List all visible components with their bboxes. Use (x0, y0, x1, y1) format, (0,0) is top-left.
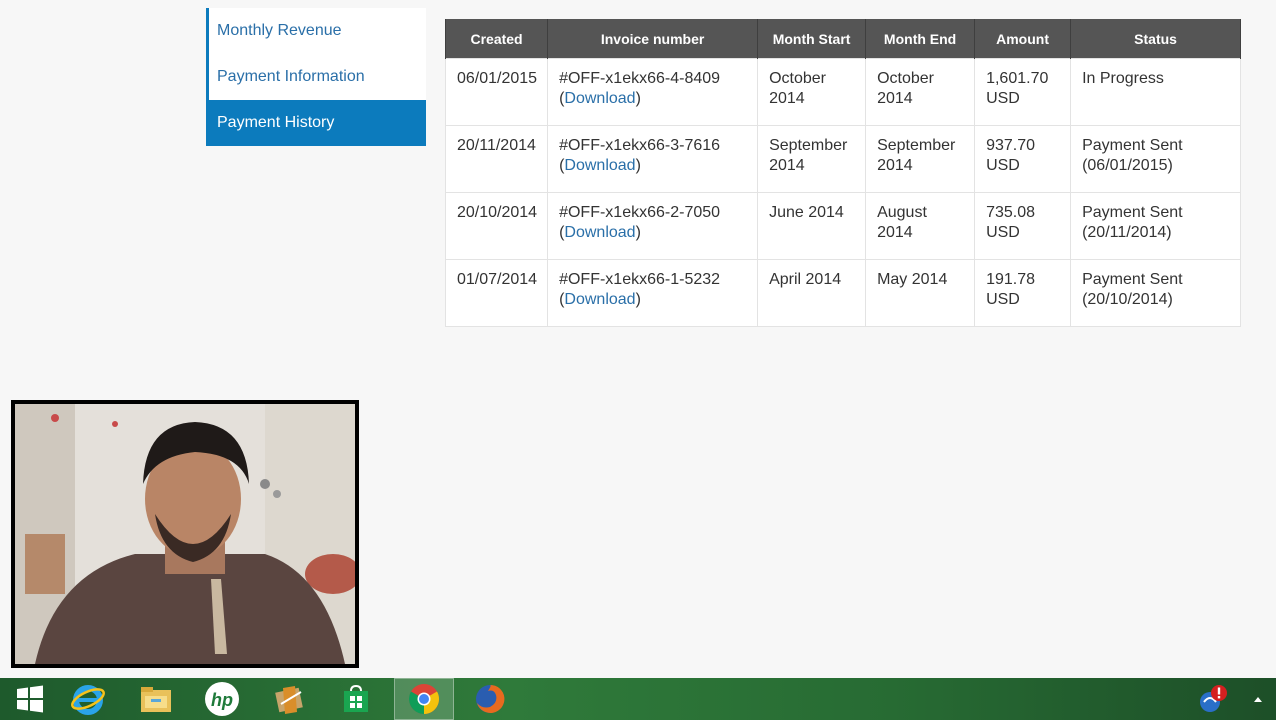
cell-month-start: June 2014 (757, 192, 867, 260)
cell-month-end: September 2014 (865, 125, 976, 193)
cell-created: 06/01/2015 (444, 58, 549, 126)
cell-created: 20/11/2014 (444, 125, 549, 193)
chrome-icon (408, 684, 440, 714)
cell-amount: 1,601.70 USD (974, 58, 1072, 126)
table-row: 20/11/2014 #OFF-x1ekx66-3-7616 (Download)… (444, 125, 1242, 193)
taskbar-firefox[interactable] (460, 678, 520, 720)
table-row: 01/07/2014 #OFF-x1ekx66-1-5232 (Download)… (444, 259, 1242, 327)
invoice-number: #OFF-x1ekx66-4-8409 (559, 70, 721, 87)
action-center-button[interactable] (1198, 684, 1228, 714)
file-explorer-icon (141, 687, 171, 712)
system-tray (1198, 678, 1268, 720)
sidebar-item-payment-information[interactable]: Payment Information (209, 54, 426, 100)
show-hidden-icons-button[interactable] (1248, 689, 1268, 709)
cell-invoice: #OFF-x1ekx66-4-8409 (Download) (547, 58, 759, 126)
cell-status: Payment Sent (06/01/2015) (1070, 125, 1242, 193)
account-side-nav: Monthly Revenue Payment Information Paym… (206, 8, 426, 146)
download-link[interactable]: Download (564, 90, 635, 107)
webcam-picture (15, 404, 355, 664)
invoice-number: #OFF-x1ekx66-2-7050 (559, 204, 721, 221)
cell-amount: 937.70 USD (974, 125, 1072, 193)
taskbar-hp[interactable]: hp (192, 678, 252, 720)
taskbar-chrome[interactable] (394, 678, 454, 720)
cell-month-start: April 2014 (757, 259, 867, 327)
taskbar-file-explorer[interactable] (126, 678, 186, 720)
column-header-amount: Amount (974, 19, 1072, 59)
cell-created: 01/07/2014 (444, 259, 549, 327)
taskbar-windows-store[interactable] (326, 678, 386, 720)
invoice-number: #OFF-x1ekx66-1-5232 (559, 271, 721, 288)
download-link[interactable]: Download (564, 224, 635, 241)
cell-status: In Progress (1070, 58, 1242, 126)
firefox-icon (476, 684, 505, 713)
cell-created: 20/10/2014 (444, 192, 549, 260)
cell-invoice: #OFF-x1ekx66-3-7616 (Download) (547, 125, 759, 193)
show-hidden-icons-chevron (1254, 697, 1262, 702)
windows-taskbar: hp (0, 678, 1276, 720)
media-app-icon (275, 686, 303, 714)
payment-history-table: Created Invoice number Month Start Month… (444, 19, 1242, 327)
cell-status: Payment Sent (20/10/2014) (1070, 259, 1242, 327)
cell-month-end: October 2014 (865, 58, 976, 126)
cell-month-start: September 2014 (757, 125, 867, 193)
download-link[interactable]: Download (564, 157, 635, 174)
windows-start-icon (17, 685, 43, 713)
webcam-overlay (11, 400, 359, 668)
taskbar-internet-explorer[interactable] (58, 678, 118, 720)
sidebar-item-monthly-revenue[interactable]: Monthly Revenue (209, 8, 426, 54)
svg-text:hp: hp (211, 690, 233, 710)
column-header-month-end: Month End (865, 19, 976, 59)
table-row: 06/01/2015 #OFF-x1ekx66-4-8409 (Download)… (444, 58, 1242, 126)
internet-explorer-icon (71, 685, 105, 715)
sidebar-item-payment-history[interactable]: Payment History (209, 100, 426, 146)
cell-month-end: May 2014 (865, 259, 976, 327)
column-header-month-start: Month Start (757, 19, 867, 59)
column-header-created: Created (444, 19, 549, 59)
table-header-row: Created Invoice number Month Start Month… (444, 19, 1242, 59)
start-button[interactable] (0, 678, 60, 720)
cell-month-end: August 2014 (865, 192, 976, 260)
taskbar-media-app[interactable] (260, 678, 320, 720)
column-header-status: Status (1070, 19, 1242, 59)
cell-status: Payment Sent (20/11/2014) (1070, 192, 1242, 260)
invoice-number: #OFF-x1ekx66-3-7616 (559, 137, 721, 154)
action-center-alert-icon (1200, 685, 1227, 712)
download-link[interactable]: Download (564, 291, 635, 308)
cell-month-start: October 2014 (757, 58, 867, 126)
cell-invoice: #OFF-x1ekx66-2-7050 (Download) (547, 192, 759, 260)
table-row: 20/10/2014 #OFF-x1ekx66-2-7050 (Download)… (444, 192, 1242, 260)
windows-store-icon (344, 684, 368, 712)
cell-amount: 191.78 USD (974, 259, 1072, 327)
column-header-invoice-number: Invoice number (547, 19, 759, 59)
cell-invoice: #OFF-x1ekx66-1-5232 (Download) (547, 259, 759, 327)
hp-icon: hp (205, 682, 239, 716)
cell-amount: 735.08 USD (974, 192, 1072, 260)
